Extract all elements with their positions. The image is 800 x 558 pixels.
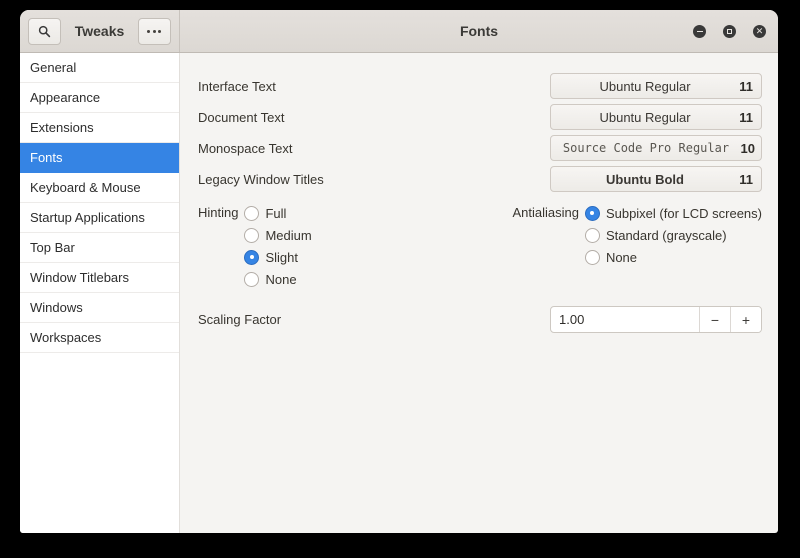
interface-font-button[interactable]: Ubuntu Regular 11 xyxy=(550,73,762,99)
monospace-text-label: Monospace Text xyxy=(198,140,293,156)
hinting-label: Hinting xyxy=(198,205,239,220)
headerbar: Tweaks Fonts ✕ xyxy=(20,10,778,53)
sidebar-item-fonts[interactable]: Fonts xyxy=(20,143,179,173)
hinting-option-medium[interactable]: Medium xyxy=(244,224,312,246)
menu-button[interactable] xyxy=(137,17,171,45)
font-size: 11 xyxy=(739,109,753,125)
hinting-option-slight[interactable]: Slight xyxy=(244,246,311,268)
radio-label: Medium xyxy=(265,227,312,243)
window-body: General Appearance Extensions Fonts Keyb… xyxy=(20,53,778,533)
radio-icon[interactable] xyxy=(584,227,600,243)
interface-text-row: Interface Text Ubuntu Regular 11 xyxy=(198,73,762,99)
sidebar-item-extensions[interactable]: Extensions xyxy=(20,113,179,143)
antialiasing-option-standard[interactable]: Standard (grayscale) xyxy=(584,224,762,246)
scaling-factor-row: Scaling Factor 1.00 − + xyxy=(198,306,762,333)
decrement-button[interactable]: − xyxy=(699,307,730,332)
legacy-titles-font-button[interactable]: Ubuntu Bold 11 xyxy=(550,166,762,192)
headerbar-right: Fonts ✕ xyxy=(180,10,778,52)
hinting-option-none[interactable]: None xyxy=(244,268,311,290)
font-size: 11 xyxy=(739,171,753,187)
minimize-button[interactable] xyxy=(693,24,706,38)
increment-button[interactable]: + xyxy=(730,307,761,332)
sidebar-item-windows[interactable]: Windows xyxy=(20,293,179,323)
font-size: 11 xyxy=(739,78,753,94)
font-size: 10 xyxy=(740,140,755,156)
close-button[interactable]: ✕ xyxy=(753,24,766,38)
window-controls: ✕ xyxy=(693,10,766,52)
radio-label: None xyxy=(605,249,638,265)
legacy-window-titles-row: Legacy Window Titles Ubuntu Bold 11 xyxy=(198,166,762,192)
fonts-page: Interface Text Ubuntu Regular 11 Documen… xyxy=(180,53,778,533)
radio-label: None xyxy=(265,271,297,287)
scaling-factor-spinbutton: 1.00 − + xyxy=(550,306,762,333)
radio-icon[interactable] xyxy=(584,249,600,265)
minimize-icon xyxy=(696,30,703,32)
document-text-label: Document Text xyxy=(198,109,285,125)
monospace-text-row: Monospace Text Source Code Pro Regular 1… xyxy=(198,135,762,161)
antialiasing-label: Antialiasing xyxy=(512,205,579,220)
radio-icon[interactable] xyxy=(584,205,600,221)
hinting-option-full[interactable]: Full xyxy=(244,202,311,224)
sidebar-item-keyboard-mouse[interactable]: Keyboard & Mouse xyxy=(20,173,179,203)
monospace-font-button[interactable]: Source Code Pro Regular 10 xyxy=(550,135,762,161)
unmaximize-button[interactable] xyxy=(723,24,736,38)
radio-label: Standard (grayscale) xyxy=(605,227,727,243)
hinting-options: Full Medium Slight None xyxy=(244,202,312,290)
radio-icon[interactable] xyxy=(244,271,260,287)
font-name: Ubuntu Regular xyxy=(599,109,691,125)
radio-icon[interactable] xyxy=(244,205,260,221)
scaling-factor-label: Scaling Factor xyxy=(198,312,282,327)
sidebar-item-appearance[interactable]: Appearance xyxy=(20,83,179,113)
sidebar-item-workspaces[interactable]: Workspaces xyxy=(20,323,179,353)
sidebar-item-startup-applications[interactable]: Startup Applications xyxy=(20,203,179,233)
document-font-button[interactable]: Ubuntu Regular 11 xyxy=(550,104,762,130)
tweaks-window: Tweaks Fonts ✕ General Appearance Extens… xyxy=(20,10,778,533)
radio-label: Slight xyxy=(265,249,298,265)
sidebar-item-general[interactable]: General xyxy=(20,53,179,83)
app-title: Tweaks xyxy=(74,23,125,39)
radio-icon[interactable] xyxy=(244,227,260,243)
hinting-antialiasing-section: Hinting Full Medium Slight None Antialia… xyxy=(198,202,762,290)
headerbar-left: Tweaks xyxy=(20,10,180,52)
radio-label: Subpixel (for LCD screens) xyxy=(605,205,762,221)
page-title: Fonts xyxy=(459,23,499,39)
scaling-factor-value[interactable]: 1.00 xyxy=(551,307,699,332)
font-name: Ubuntu Regular xyxy=(599,78,691,94)
sidebar-item-window-titlebars[interactable]: Window Titlebars xyxy=(20,263,179,293)
radio-label: Full xyxy=(265,205,287,221)
sidebar-item-top-bar[interactable]: Top Bar xyxy=(20,233,179,263)
font-name: Source Code Pro Regular xyxy=(562,141,730,155)
antialiasing-option-subpixel[interactable]: Subpixel (for LCD screens) xyxy=(584,202,762,224)
unmaximize-icon xyxy=(727,28,732,34)
antialiasing-option-none[interactable]: None xyxy=(584,246,762,268)
close-icon: ✕ xyxy=(755,25,764,36)
search-icon xyxy=(38,25,51,37)
interface-text-label: Interface Text xyxy=(198,78,276,94)
legacy-window-titles-label: Legacy Window Titles xyxy=(198,171,324,187)
document-text-row: Document Text Ubuntu Regular 11 xyxy=(198,104,762,130)
radio-icon[interactable] xyxy=(244,249,260,265)
search-button[interactable] xyxy=(28,17,61,45)
antialiasing-options: Subpixel (for LCD screens) Standard (gra… xyxy=(584,202,762,290)
font-name: Ubuntu Bold xyxy=(606,171,684,187)
sidebar: General Appearance Extensions Fonts Keyb… xyxy=(20,53,180,533)
ellipsis-menu-icon xyxy=(147,29,162,33)
